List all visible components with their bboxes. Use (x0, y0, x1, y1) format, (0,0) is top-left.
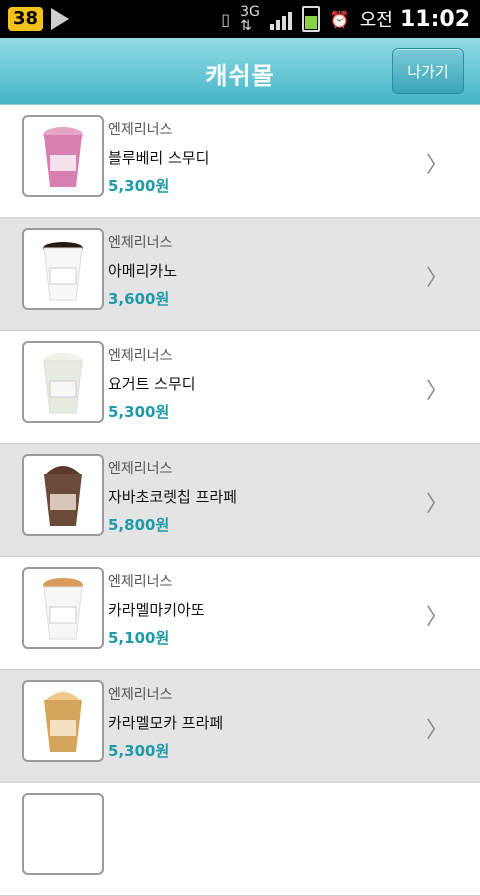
3g-network-icon: 3G ⇅ (240, 4, 260, 34)
time-ampm: 오전 (359, 10, 393, 31)
list-item[interactable]: 엔제리너스 카라멜마키아또 5,100원 〉 (0, 557, 480, 670)
vibrate-icon: ▯ (221, 9, 231, 29)
product-image (22, 228, 104, 310)
product-image (22, 680, 104, 762)
product-image (22, 115, 104, 197)
product-name: 카라멜모카 프라페 (108, 714, 224, 732)
status-bar: 38 ▯ 3G ⇅ ⏰ 오전 11:02 (0, 0, 480, 38)
chevron-right-icon: 〉 (425, 492, 448, 517)
list-item[interactable]: 엔제리너스 카라멜모카 프라페 5,300원 〉 (0, 670, 480, 783)
product-image (22, 454, 104, 536)
shop-name: 엔제리너스 (108, 348, 173, 364)
shop-name: 엔제리너스 (108, 235, 173, 251)
product-image (22, 341, 104, 423)
list-item[interactable]: 엔제리너스 자바초코렛칩 프라페 5,800원 〉 (0, 444, 480, 557)
product-price: 5,300원 (108, 177, 170, 195)
chevron-right-icon: 〉 (425, 379, 448, 404)
header: 캐쉬몰 나가기 (0, 38, 480, 105)
product-price: 5,300원 (108, 403, 170, 421)
product-name: 아메리카노 (108, 262, 178, 280)
product-price: 5,100원 (108, 629, 170, 647)
battery-icon (301, 6, 320, 32)
signal-icon (269, 8, 292, 30)
product-price: 5,800원 (108, 516, 170, 534)
alarm-icon: ⏰ (329, 9, 350, 29)
list-item[interactable]: 엔제리너스 요거트 스무디 5,300원 〉 (0, 331, 480, 444)
chevron-right-icon: 〉 (425, 153, 448, 178)
chevron-right-icon: 〉 (425, 266, 448, 291)
clock: 11:02 (399, 7, 470, 32)
play-icon (51, 8, 70, 30)
product-price: 5,300원 (108, 742, 170, 760)
product-list: 엔제리너스 블루베리 스무디 5,300원 〉 엔제리너스 아메리카노 3,60… (0, 105, 480, 896)
product-name: 자바초코렛칩 프라페 (108, 488, 237, 506)
product-name: 카라멜마키아또 (108, 601, 205, 619)
notification-count-badge: 38 (8, 7, 44, 31)
shop-name: 엔제리너스 (108, 687, 173, 703)
product-price: 3,600원 (108, 290, 170, 308)
product-name: 블루베리 스무디 (108, 149, 210, 167)
list-item[interactable]: 엔제리너스 아메리카노 3,600원 〉 (0, 218, 480, 331)
shop-name: 엔제리너스 (108, 461, 173, 477)
shop-name: 엔제리너스 (108, 574, 173, 590)
chevron-right-icon: 〉 (425, 605, 448, 630)
product-image (22, 793, 104, 875)
list-item[interactable]: 엔제리너스 블루베리 스무디 5,300원 〉 (0, 105, 480, 218)
product-name: 요거트 스무디 (108, 375, 196, 393)
exit-button[interactable]: 나가기 (392, 48, 464, 94)
chevron-right-icon: 〉 (425, 718, 448, 743)
product-image (22, 567, 104, 649)
shop-name: 엔제리너스 (108, 122, 173, 138)
